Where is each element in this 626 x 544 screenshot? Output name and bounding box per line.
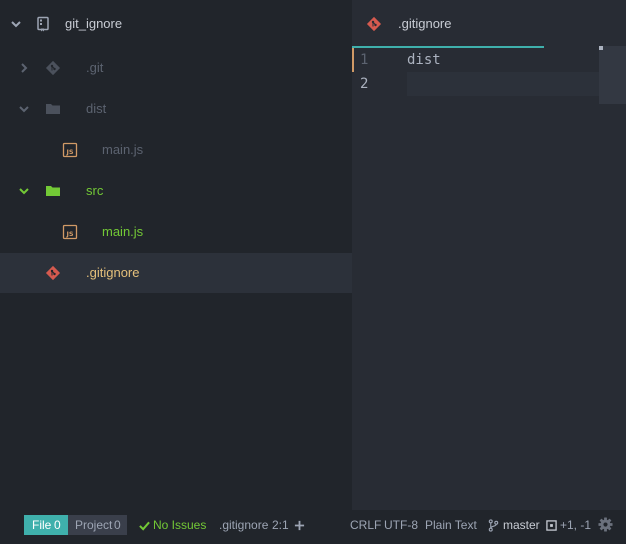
minimap[interactable] [599,46,626,104]
chevron-right-icon[interactable] [18,62,30,74]
file-label: File [32,518,52,532]
tree-item-label: dist [86,101,107,116]
tree-root[interactable]: git_ignore [0,4,352,44]
plus-icon[interactable] [294,520,305,531]
status-bar: File 0 Project 0 No Issues .gitignore 2:… [0,510,626,544]
tree-item-label: .git [86,60,104,75]
minimap-content [599,46,603,50]
project-issues-button[interactable]: Project 0 [68,515,127,535]
line-number: 2 [360,76,369,92]
tree-item-src-main-js[interactable]: JS main.js [0,212,352,252]
file-name[interactable]: .gitignore [219,515,268,535]
gear-icon[interactable] [598,517,613,532]
repo-icon [37,16,49,32]
branch-name: master [503,518,540,532]
tab-active-indicator [352,46,544,48]
tree-item-src-folder[interactable]: src [0,171,352,211]
folder-icon [46,104,60,114]
chevron-down-icon[interactable] [18,185,30,197]
folder-icon [46,186,60,196]
diff-icon [546,520,557,531]
cursor-line-highlight [407,72,600,96]
line-ending[interactable]: CRLF [350,515,381,535]
git-icon [366,16,382,32]
js-file-icon: JS [62,224,78,240]
tree-item-label: main.js [102,224,144,239]
svg-text:JS: JS [65,230,73,238]
tab-gitignore[interactable]: .gitignore [352,0,544,48]
git-modified-indicator [352,48,354,72]
diff-summary: +1, -1 [560,518,592,532]
encoding[interactable]: UTF-8 [384,515,418,535]
file-count: 0 [54,518,61,532]
grammar[interactable]: Plain Text [425,515,477,535]
project-label: Project [75,518,113,532]
chevron-down-icon[interactable] [18,103,30,115]
line-number: 1 [360,52,369,68]
check-icon [139,521,150,531]
git-branch-icon [488,519,499,532]
tree-item-git-folder[interactable]: .git [0,48,352,88]
svg-text:JS: JS [65,148,73,156]
git-icon [45,265,61,281]
tree-item-label: src [86,183,104,198]
editor-pane: .gitignore 1 2 dist [352,0,626,510]
tree-item-dist-folder[interactable]: dist [0,89,352,129]
chevron-down-icon[interactable] [10,18,22,30]
tree-root-label: git_ignore [65,16,123,31]
tree-item-label: main.js [102,142,144,157]
git-diff-status[interactable]: +1, -1 [546,515,592,535]
file-issues-button[interactable]: File 0 [24,515,68,535]
code-line[interactable]: dist [407,48,441,72]
git-icon [45,60,61,76]
tree-item-gitignore[interactable]: .gitignore [0,253,352,293]
project-count: 0 [114,518,121,532]
tab-title: .gitignore [398,16,452,31]
tree-view: git_ignore .git dist JS main.js src JS m… [0,0,352,510]
cursor-position[interactable]: 2:1 [272,515,289,535]
tree-item-dist-main-js[interactable]: JS main.js [0,130,352,170]
tree-item-label: .gitignore [86,265,140,280]
js-file-icon: JS [62,142,78,158]
issues-label: No Issues [153,518,207,532]
git-branch[interactable]: master [488,515,540,535]
